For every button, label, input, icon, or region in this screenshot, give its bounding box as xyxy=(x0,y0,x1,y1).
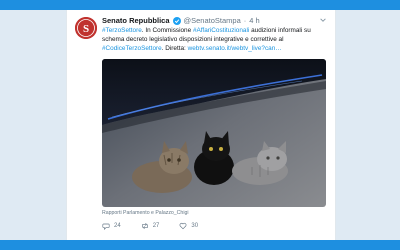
hashtag-codice-terzo-settore[interactable]: #CodiceTerzoSettore xyxy=(102,45,162,52)
author-handle[interactable]: @SenatoStampa xyxy=(184,16,241,25)
retweet-count: 27 xyxy=(152,223,160,229)
bottom-accent-bar xyxy=(0,240,400,250)
like-icon xyxy=(179,223,187,230)
tweet-time[interactable]: 4 h xyxy=(249,16,259,25)
hashtag-terzo-settore[interactable]: #TerzoSettore xyxy=(102,27,142,34)
photo-caption[interactable]: Rapporti Parlamento e Palazzo_Chigi xyxy=(102,210,189,216)
hashtag-affari-costituzionali[interactable]: #AffariCostituzionali xyxy=(193,27,249,34)
retweet-button[interactable]: 27 xyxy=(141,222,160,230)
top-accent-bar xyxy=(0,0,400,10)
reply-icon xyxy=(102,223,110,230)
tweet-card[interactable]: S Senato Repubblica @SenatoStampa · 4 h … xyxy=(66,10,336,240)
tweet-photo[interactable] xyxy=(102,59,326,207)
separator: · xyxy=(243,16,247,25)
svg-text:S: S xyxy=(83,23,89,35)
retweet-icon xyxy=(141,222,148,230)
author-name[interactable]: Senato Repubblica xyxy=(102,16,170,25)
like-count: 30 xyxy=(191,223,199,229)
tweet-text-part: . Diretta: xyxy=(161,45,188,52)
tweet-text: #TerzoSettore. In Commissione #AffariCos… xyxy=(102,26,330,53)
reply-button[interactable]: 24 xyxy=(102,222,121,230)
reply-count: 24 xyxy=(114,223,121,229)
tweet-header: Senato Repubblica @SenatoStampa · 4 h xyxy=(102,16,260,25)
tweet-actions: 24 27 30 xyxy=(102,222,198,230)
like-button[interactable]: 30 xyxy=(179,222,198,230)
chevron-down-icon[interactable] xyxy=(319,16,327,24)
live-link[interactable]: webtv.senato.it/webtv_live?can… xyxy=(188,45,282,52)
verified-icon xyxy=(172,16,181,25)
senate-logo-icon[interactable]: S xyxy=(75,17,97,39)
tweet-text-part: . In Commissione xyxy=(141,27,193,34)
